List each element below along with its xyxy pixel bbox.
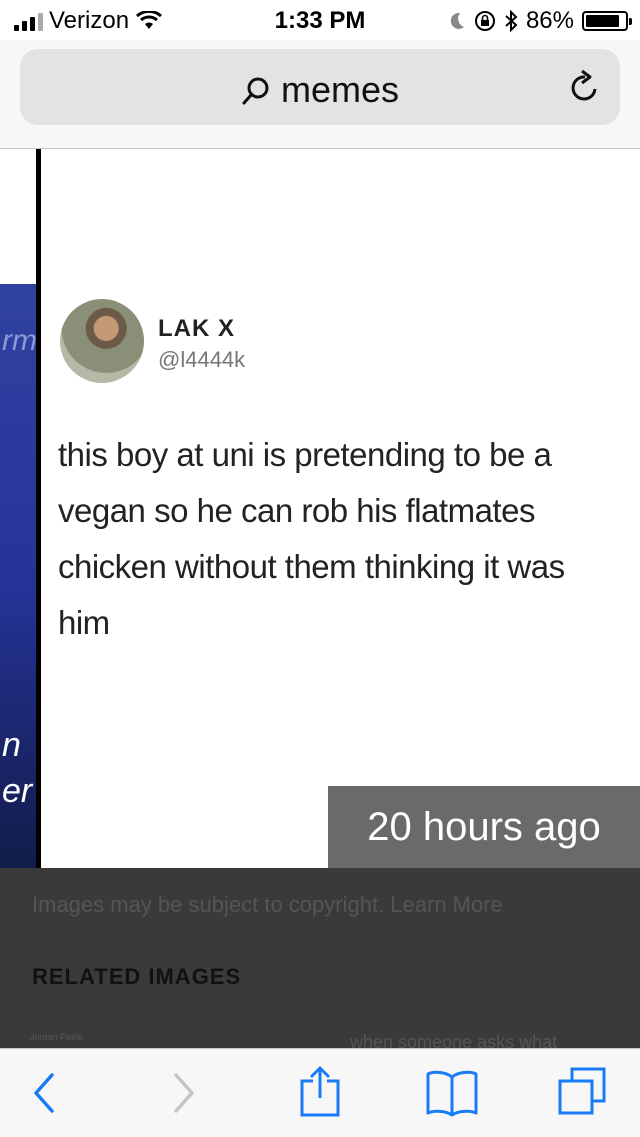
tweet-line: chicken without them thinking it was xyxy=(58,548,565,585)
browser-toolbar xyxy=(0,1048,640,1137)
strip-text-fragment: rm xyxy=(2,324,37,357)
image-info-panel: Images may be subject to copyright. Lear… xyxy=(0,868,640,1048)
related-thumbnail-caption[interactable]: when someone asks what xyxy=(350,1032,557,1048)
tweet-line: this boy at uni is pretending to be a xyxy=(58,436,552,473)
share-icon[interactable] xyxy=(298,1065,342,1119)
address-bar[interactable]: memes xyxy=(20,49,620,125)
status-right: 86% xyxy=(448,7,632,35)
battery-icon xyxy=(582,11,632,31)
moon-icon xyxy=(450,12,464,29)
tweet-line: him xyxy=(58,604,110,641)
image-viewer[interactable]: rm n er LAK X @l4444k this boy at uni is… xyxy=(0,149,640,868)
tweet-text: this boy at uni is pretending to be a ve… xyxy=(58,427,633,651)
image-divider xyxy=(36,149,41,868)
strip-text-fragment: er xyxy=(2,772,33,810)
address-query[interactable]: memes xyxy=(20,69,620,111)
battery-percent: 86% xyxy=(525,7,574,34)
time-ago-badge: 20 hours ago xyxy=(328,786,640,868)
tweet-line: vegan so he can rob his flatmates xyxy=(58,492,535,529)
related-thumbnail-caption[interactable]: Jordan Peele xyxy=(30,1032,83,1042)
bluetooth-icon xyxy=(505,10,518,32)
tabs-icon[interactable] xyxy=(556,1065,610,1119)
previous-image-strip[interactable]: rm n er xyxy=(0,284,38,868)
search-icon xyxy=(242,77,269,105)
search-query-text: memes xyxy=(280,69,400,110)
copyright-notice[interactable]: Images may be subject to copyright. Lear… xyxy=(32,892,503,918)
status-bar: Verizon 1:33 PM 86% xyxy=(0,0,640,40)
related-images-heading: RELATED IMAGES xyxy=(32,964,242,989)
browser-header: memes xyxy=(0,40,640,149)
orientation-lock-icon xyxy=(474,11,495,31)
avatar xyxy=(60,299,144,383)
reload-icon[interactable] xyxy=(568,69,602,105)
tweet-author-handle: @l4444k xyxy=(158,347,246,372)
forward-icon[interactable] xyxy=(170,1071,198,1115)
back-icon[interactable] xyxy=(30,1071,58,1115)
bookmarks-icon[interactable] xyxy=(424,1067,480,1117)
tweet-author-name: LAK X xyxy=(158,315,235,342)
strip-text-fragment: n xyxy=(2,726,21,764)
